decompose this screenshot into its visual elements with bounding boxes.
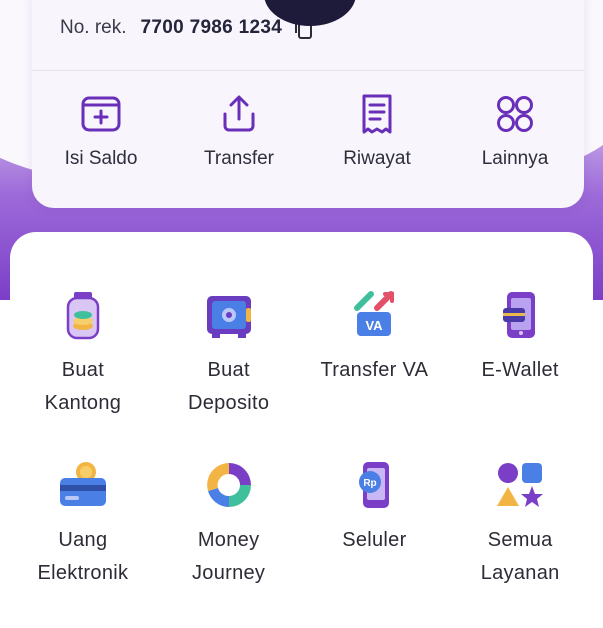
quick-action-transfer[interactable]: Transfer <box>170 92 308 170</box>
card-divider <box>32 70 584 71</box>
quick-action-lainnya[interactable]: Lainnya <box>446 92 584 170</box>
service-label: Money Journey <box>191 529 266 584</box>
account-card: No. rek. 7700 7986 1234 Isi Saldo Transf… <box>32 0 584 208</box>
service-label: E-Wallet <box>481 359 559 381</box>
service-label: Buat Kantong <box>44 359 122 414</box>
service-transfer-va[interactable]: VA Transfer VA <box>302 288 448 458</box>
quick-action-label: Lainnya <box>481 148 549 169</box>
account-number-row: No. rek. 7700 7986 1234 <box>60 16 314 40</box>
receipt-icon <box>362 94 392 134</box>
quick-action-label: Isi Saldo <box>64 148 138 169</box>
service-label: Uang Elektronik <box>37 529 129 584</box>
service-e-wallet[interactable]: E-Wallet <box>447 288 593 458</box>
upload-icon <box>223 95 255 132</box>
va-transfer-icon: VA <box>354 291 395 336</box>
svg-text:Rp: Rp <box>364 478 377 489</box>
shapes-icon <box>497 463 544 507</box>
service-label: Seluler <box>342 529 407 551</box>
svg-text:VA: VA <box>366 318 384 333</box>
services-row: Uang Elektronik Money Journey Rp Seluler… <box>10 458 593 628</box>
service-seluler[interactable]: Rp Seluler <box>302 458 448 628</box>
ewallet-icon <box>503 292 536 338</box>
service-buat-deposito[interactable]: Buat Deposito <box>156 288 302 458</box>
jar-icon <box>66 292 100 340</box>
phone-icon: Rp <box>359 462 390 508</box>
card-coin-icon <box>59 462 106 506</box>
services-grid: Buat Kantong Buat Deposito VA Transfer V… <box>10 288 593 628</box>
service-label: Transfer VA <box>320 359 429 381</box>
grid-icon <box>497 96 533 132</box>
top-up-icon <box>81 96 121 132</box>
service-buat-kantong[interactable]: Buat Kantong <box>10 288 156 458</box>
safe-icon <box>206 296 251 338</box>
donut-chart-icon <box>206 463 251 507</box>
account-number: 7700 7986 1234 <box>140 17 283 38</box>
services-row: Buat Kantong Buat Deposito VA Transfer V… <box>10 288 593 458</box>
quick-action-riwayat[interactable]: Riwayat <box>308 92 446 170</box>
quick-action-label: Transfer <box>203 148 275 169</box>
service-label: Buat Deposito <box>187 359 270 414</box>
quick-actions: Isi Saldo Transfer Riwayat Lainnya <box>32 92 584 170</box>
service-money-journey[interactable]: Money Journey <box>156 458 302 628</box>
service-semua-layanan[interactable]: Semua Layanan <box>447 458 593 628</box>
service-label: Semua Layanan <box>480 529 560 584</box>
quick-action-label: Riwayat <box>343 148 411 169</box>
service-uang-elektronik[interactable]: Uang Elektronik <box>10 458 156 628</box>
quick-action-isi-saldo[interactable]: Isi Saldo <box>32 92 170 170</box>
account-number-label: No. rek. <box>60 17 127 38</box>
